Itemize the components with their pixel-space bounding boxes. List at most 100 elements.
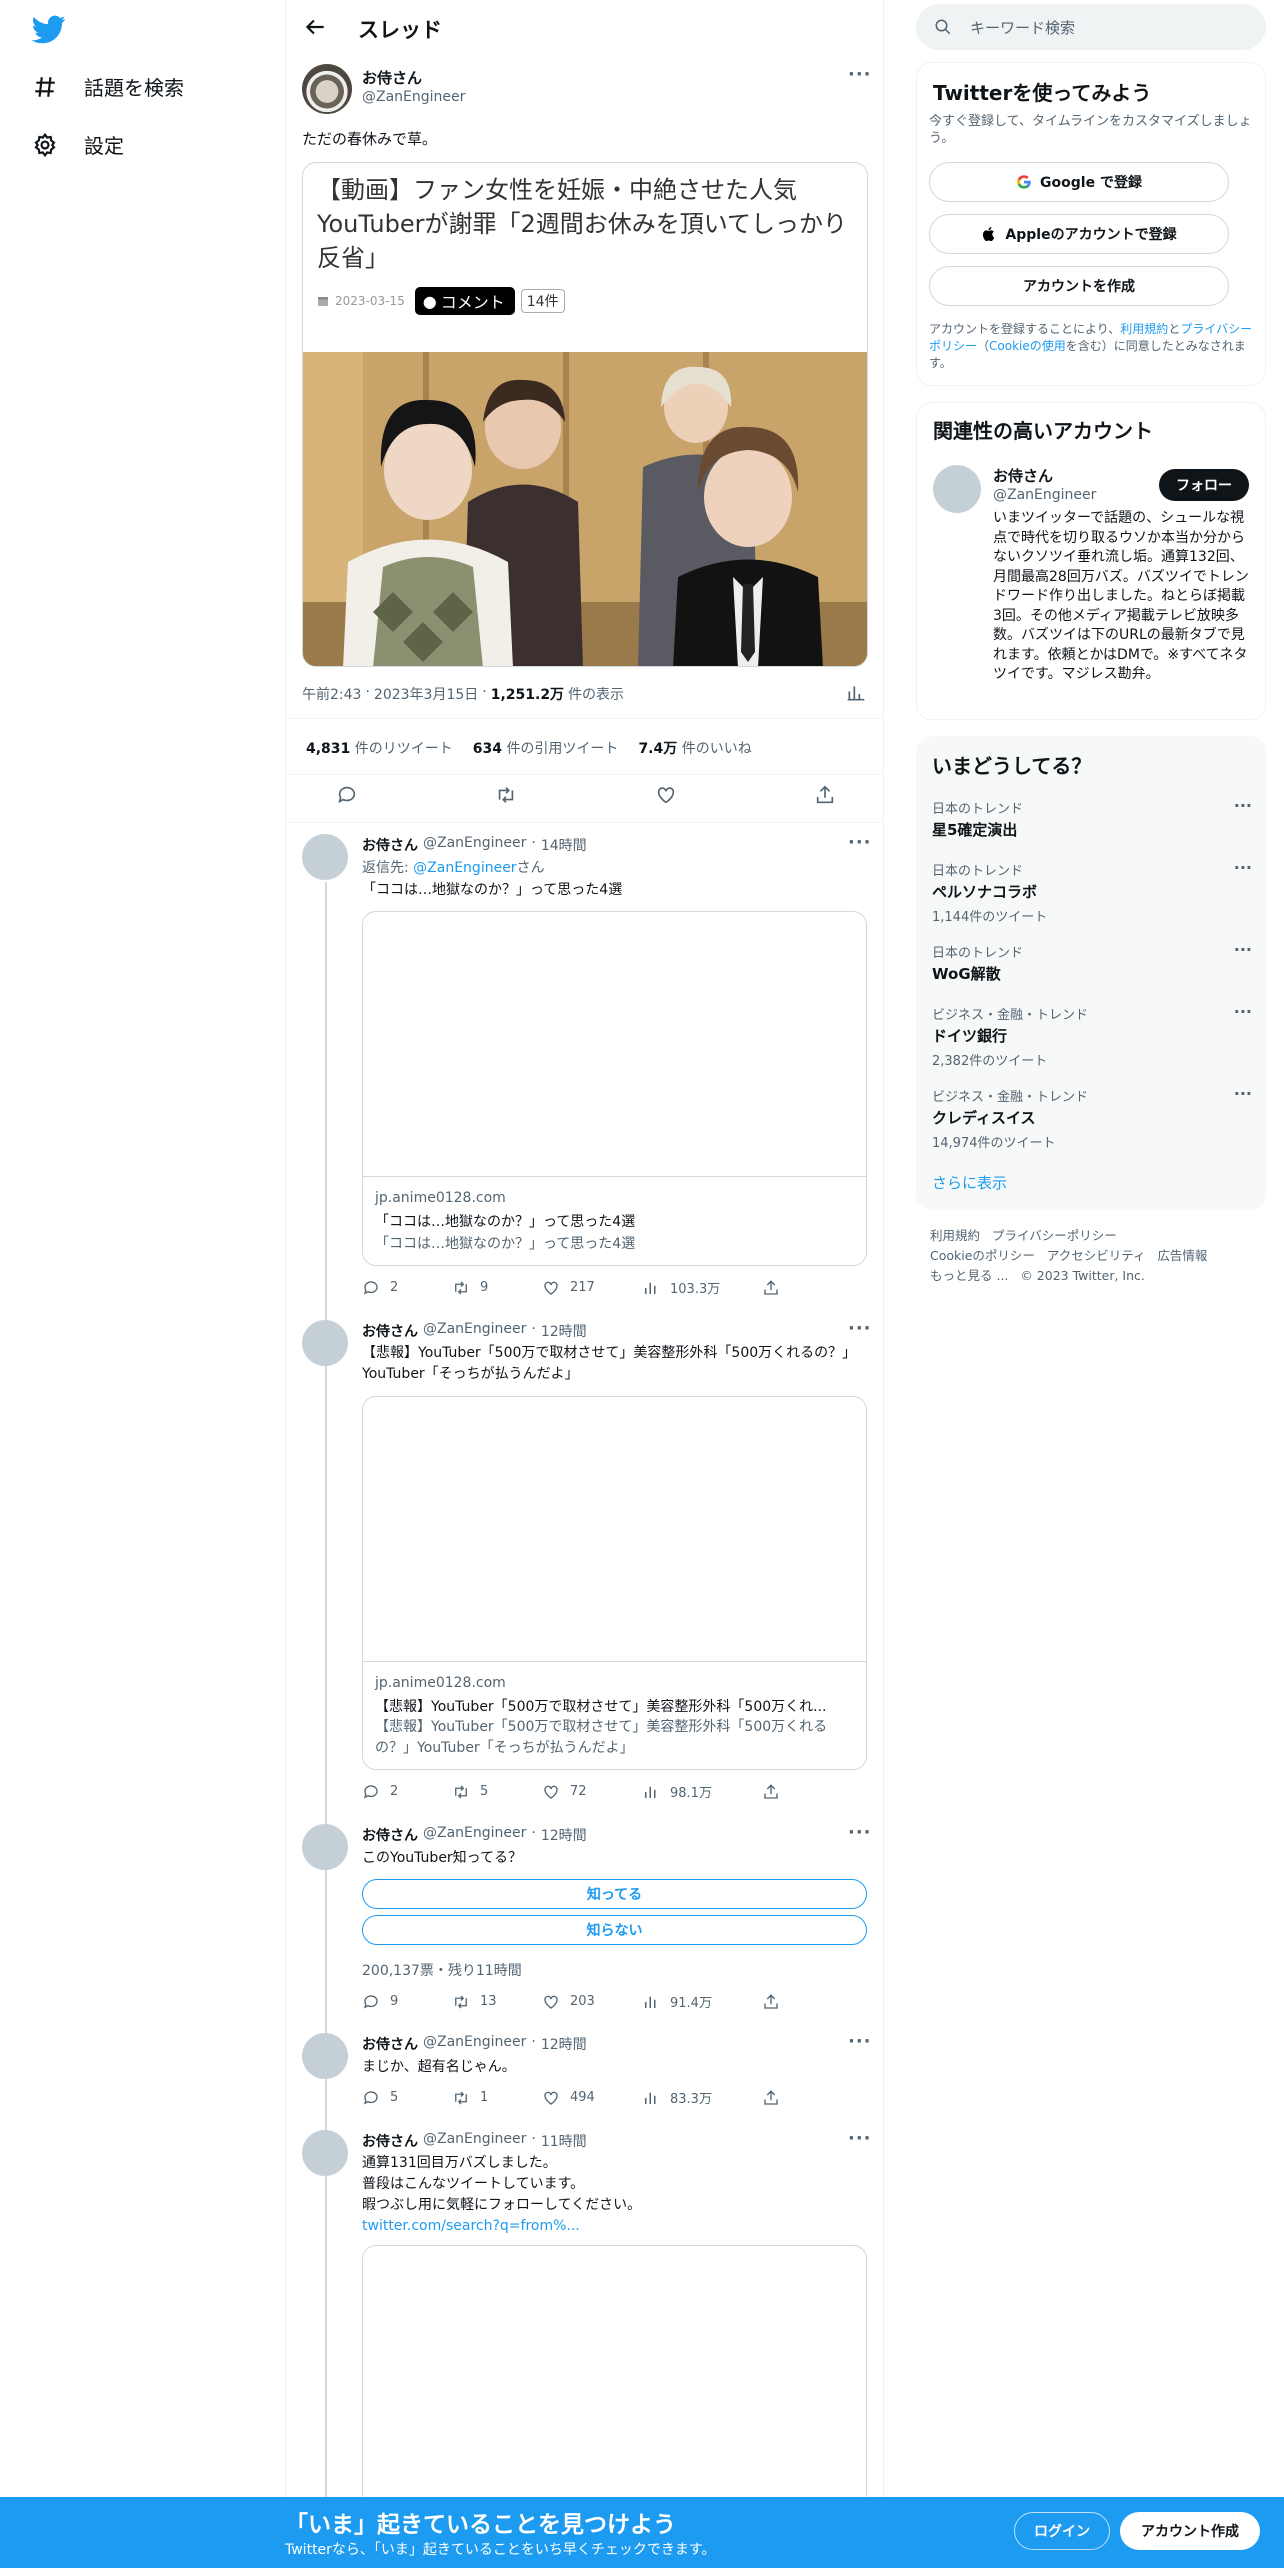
- retweet-button[interactable]: 13: [452, 1993, 542, 2011]
- avatar[interactable]: [302, 64, 352, 114]
- reply-icon[interactable]: [336, 784, 358, 806]
- footer-more-link[interactable]: もっと見る ...: [930, 1268, 1008, 1283]
- tweet-date[interactable]: 2023年3月15日: [374, 684, 478, 704]
- share-icon[interactable]: [762, 1279, 780, 1297]
- avatar[interactable]: [933, 465, 981, 513]
- share-icon[interactable]: [762, 1783, 780, 1801]
- more-options-icon[interactable]: ···: [1234, 796, 1252, 815]
- trend-item[interactable]: ビジネス・金融・トレンド クレディスイス 14,974件のツイート ···: [932, 1084, 1252, 1151]
- nav-settings[interactable]: 設定: [32, 130, 124, 159]
- reply-button[interactable]: 5: [362, 2089, 452, 2107]
- tweet-time[interactable]: 午前2:43: [302, 684, 361, 704]
- like-button[interactable]: 72: [542, 1783, 642, 1801]
- more-options-icon[interactable]: ···: [1234, 858, 1252, 877]
- show-more-link[interactable]: さらに表示: [932, 1172, 1007, 1193]
- tweet-time[interactable]: 11時間: [541, 2131, 587, 2151]
- views-button[interactable]: 98.1万: [642, 1782, 762, 1801]
- like-button[interactable]: 203: [542, 1993, 642, 2011]
- link-card[interactable]: [362, 2245, 867, 2535]
- reply-button[interactable]: 2: [362, 1783, 452, 1801]
- more-options-icon[interactable]: ···: [848, 1318, 872, 1339]
- trend-item[interactable]: ビジネス・金融・トレンド ドイツ銀行 2,382件のツイート ···: [932, 1002, 1252, 1069]
- author-name[interactable]: お侍さん: [362, 2034, 418, 2054]
- more-options-icon[interactable]: ···: [848, 2031, 872, 2052]
- retweet-stats[interactable]: 4,831 件のリツイート: [306, 738, 453, 758]
- google-signup-button[interactable]: Google で登録: [929, 162, 1229, 202]
- like-stats[interactable]: 7.4万 件のいいね: [638, 738, 751, 758]
- search-input[interactable]: キーワード検索: [916, 4, 1266, 50]
- share-icon[interactable]: [762, 1993, 780, 2011]
- signup-button[interactable]: アカウント作成: [1120, 2512, 1260, 2550]
- views-button[interactable]: 103.3万: [642, 1278, 762, 1297]
- link-card[interactable]: jp.anime0128.com 【悲報】YouTuber「500万で取材させて…: [362, 1396, 867, 1770]
- more-options-icon[interactable]: ···: [1234, 1002, 1252, 1021]
- footer-cookie-link[interactable]: Cookieのポリシー: [930, 1248, 1035, 1263]
- author-handle[interactable]: @ZanEngineer: [423, 2131, 526, 2151]
- apple-signup-button[interactable]: Appleのアカウントで登録: [929, 214, 1229, 254]
- author-handle[interactable]: @ZanEngineer: [423, 1321, 526, 1341]
- footer-privacy-link[interactable]: プライバシーポリシー: [992, 1228, 1117, 1243]
- tweet-time[interactable]: 12時間: [541, 1825, 587, 1845]
- tweet-time[interactable]: 14時間: [541, 835, 587, 855]
- reply-to-link[interactable]: @ZanEngineer: [413, 860, 516, 876]
- avatar[interactable]: [302, 2130, 348, 2176]
- more-options-icon[interactable]: ···: [848, 64, 872, 85]
- retweet-icon[interactable]: [495, 784, 517, 806]
- author-handle[interactable]: @ZanEngineer: [423, 2034, 526, 2054]
- author-name[interactable]: お侍さん: [362, 1825, 418, 1845]
- link-card[interactable]: jp.anime0128.com 「ココは…地獄なのか？」って思った4選 「ココ…: [362, 911, 867, 1266]
- avatar[interactable]: [302, 2033, 348, 2079]
- avatar[interactable]: [302, 1320, 348, 1366]
- analytics-icon[interactable]: [846, 683, 866, 703]
- share-icon[interactable]: [762, 2089, 780, 2107]
- share-icon[interactable]: [814, 784, 836, 806]
- trend-item[interactable]: 日本のトレンド WoG解散 ···: [932, 940, 1252, 984]
- poll-option-know[interactable]: 知ってる: [362, 1879, 867, 1909]
- trend-item[interactable]: 日本のトレンド ペルソナコラボ 1,144件のツイート ···: [932, 858, 1252, 925]
- tweet-time[interactable]: 12時間: [541, 1321, 587, 1341]
- login-button[interactable]: ログイン: [1014, 2512, 1110, 2550]
- author-name[interactable]: お侍さん: [362, 2131, 418, 2151]
- more-options-icon[interactable]: ···: [848, 832, 872, 853]
- footer-terms-link[interactable]: 利用規約: [930, 1228, 980, 1243]
- views-button[interactable]: 83.3万: [642, 2088, 762, 2107]
- cookie-link[interactable]: Cookieの使用: [989, 339, 1066, 353]
- poll-option-dont-know[interactable]: 知らない: [362, 1915, 867, 1945]
- author-handle[interactable]: @ZanEngineer: [362, 89, 465, 105]
- more-options-icon[interactable]: ···: [848, 1822, 872, 1843]
- nav-explore[interactable]: 話題を検索: [32, 72, 184, 101]
- reply-button[interactable]: 2: [362, 1279, 452, 1297]
- author-name[interactable]: お侍さん: [362, 835, 418, 855]
- link-card[interactable]: 【動画】ファン女性を妊娠・中絶させた人気YouTuberが謝罪「2週間お休みを頂…: [302, 162, 868, 667]
- related-handle[interactable]: @ZanEngineer: [993, 487, 1096, 503]
- quote-stats[interactable]: 634 件の引用ツイート: [473, 738, 619, 758]
- twitter-logo-icon[interactable]: [32, 12, 66, 46]
- reply-button[interactable]: 9: [362, 1993, 452, 2011]
- tweet-link[interactable]: twitter.com/search?q=from%...: [362, 2216, 641, 2237]
- tweet-time[interactable]: 12時間: [541, 2034, 587, 2054]
- trend-item[interactable]: 日本のトレンド 星5確定演出 ···: [932, 796, 1252, 840]
- more-options-icon[interactable]: ···: [1234, 1084, 1252, 1103]
- like-button[interactable]: 494: [542, 2089, 642, 2107]
- retweet-button[interactable]: 1: [452, 2089, 542, 2107]
- avatar[interactable]: [302, 1824, 348, 1870]
- author-name[interactable]: お侍さん: [362, 1321, 418, 1341]
- heart-icon[interactable]: [655, 784, 677, 806]
- author-handle[interactable]: @ZanEngineer: [423, 1825, 526, 1845]
- views-button[interactable]: 91.4万: [642, 1992, 762, 2011]
- author-handle[interactable]: @ZanEngineer: [423, 835, 526, 855]
- author-name[interactable]: お侍さん: [362, 67, 422, 88]
- avatar[interactable]: [302, 834, 348, 880]
- footer-accessibility-link[interactable]: アクセシビリティ: [1047, 1248, 1146, 1263]
- like-button[interactable]: 217: [542, 1279, 642, 1297]
- retweet-button[interactable]: 9: [452, 1279, 542, 1297]
- retweet-button[interactable]: 5: [452, 1783, 542, 1801]
- more-options-icon[interactable]: ···: [1234, 940, 1252, 959]
- footer-ads-link[interactable]: 広告情報: [1157, 1248, 1207, 1263]
- terms-link[interactable]: 利用規約: [1120, 322, 1168, 336]
- more-options-icon[interactable]: ···: [848, 2128, 872, 2149]
- follow-button[interactable]: フォロー: [1159, 469, 1249, 501]
- related-name[interactable]: お侍さん: [993, 465, 1053, 486]
- back-arrow-icon[interactable]: [302, 14, 328, 40]
- create-account-button[interactable]: アカウントを作成: [929, 266, 1229, 306]
